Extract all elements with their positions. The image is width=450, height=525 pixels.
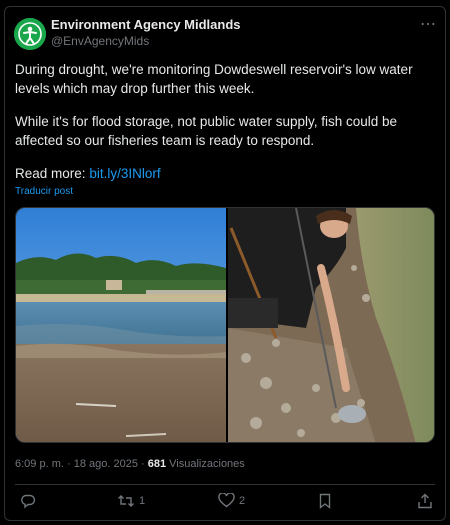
heart-icon — [218, 493, 235, 508]
read-more-label: Read more: — [15, 166, 86, 181]
divider — [15, 484, 435, 485]
meta-separator: · — [141, 458, 145, 470]
repost-icon — [118, 495, 134, 507]
meta-separator: · — [66, 458, 71, 470]
reply-button[interactable] — [20, 493, 36, 509]
bookmark-icon — [319, 493, 331, 509]
post-meta: 6:09 p. m. · 18 ago. 2025 · 681 Visualiz… — [15, 458, 245, 470]
reply-icon — [21, 494, 36, 509]
repost-button[interactable]: 1 — [117, 493, 145, 509]
like-count: 2 — [239, 494, 246, 507]
bookmark-button[interactable] — [318, 493, 332, 509]
read-more-line: Read more: bit.ly/3INlorf — [15, 164, 435, 183]
avatar[interactable] — [14, 18, 46, 50]
like-button[interactable]: 2 — [218, 493, 245, 508]
environment-agency-logo-icon — [14, 18, 46, 50]
share-button[interactable] — [417, 493, 433, 509]
more-options-icon[interactable]: ⋯ — [420, 14, 437, 34]
repost-count: 1 — [139, 495, 146, 507]
share-icon — [418, 493, 432, 509]
fisheries-officer-photo[interactable] — [228, 208, 435, 443]
post-date[interactable]: 18 ago. 2025 — [74, 458, 138, 470]
translate-post-link[interactable]: Traducir post — [15, 186, 73, 197]
post-media[interactable] — [15, 207, 435, 443]
post-link[interactable]: bit.ly/3INlorf — [89, 166, 160, 181]
reservoir-photo[interactable] — [16, 208, 226, 443]
views-count: 681 — [147, 458, 167, 470]
author-handle[interactable]: @EnvAgencyMids — [51, 34, 149, 48]
author-name[interactable]: Environment Agency Midlands — [51, 17, 241, 32]
post-paragraph-2: While it's for flood storage, not public… — [15, 114, 398, 148]
views-label: Visualizaciones — [169, 458, 245, 470]
post-paragraph-1: During drought, we're monitoring Dowdesw… — [15, 62, 413, 96]
post-time[interactable]: 6:09 p. m. — [15, 458, 64, 470]
